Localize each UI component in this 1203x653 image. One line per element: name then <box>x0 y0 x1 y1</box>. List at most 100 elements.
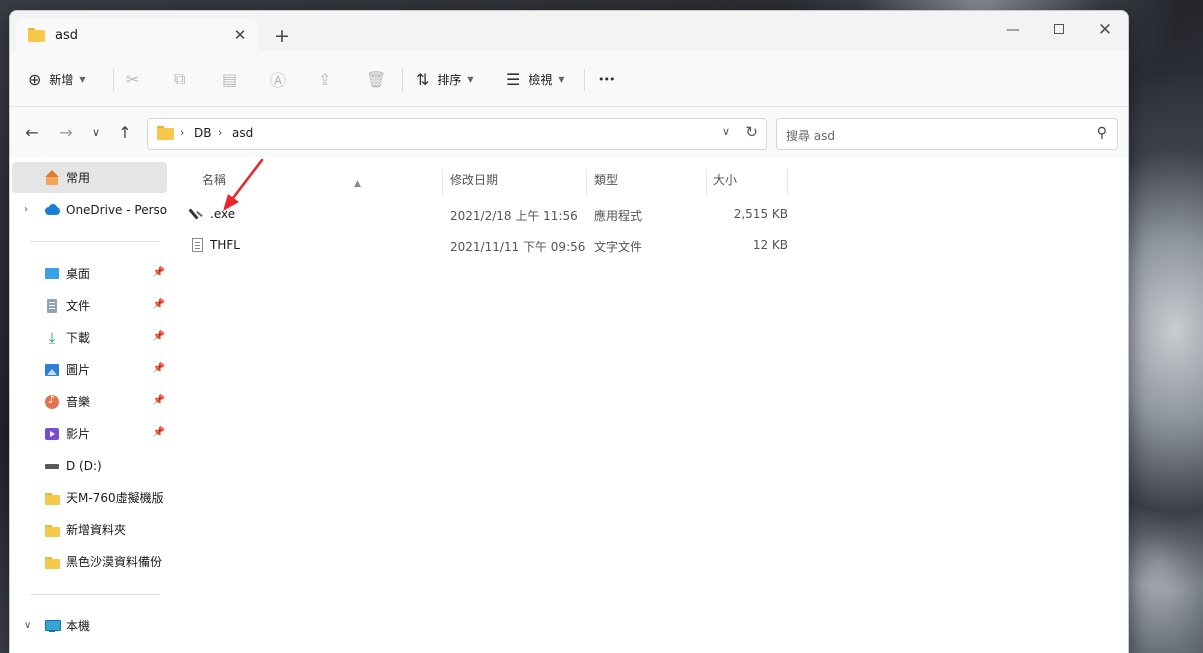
column-header-label: 大小 <box>713 173 738 187</box>
breadcrumb-db[interactable]: DB <box>194 126 211 140</box>
sidebar-item-label: 影片 <box>66 427 91 441</box>
pin-icon[interactable]: 📌 <box>153 395 165 406</box>
column-divider[interactable] <box>442 169 443 195</box>
file-row[interactable]: .exe 2021/2/18 上午 11:56 應用程式 2,515 KB <box>190 201 790 229</box>
sidebar-item-desktop[interactable]: 桌面 📌 <box>12 258 167 289</box>
cloud-icon <box>44 202 60 218</box>
view-button[interactable]: ☰ 檢視 ▼ <box>506 65 565 93</box>
sidebar-item-music[interactable]: 音樂 📌 <box>12 386 167 417</box>
view-list-icon: ☰ <box>506 69 521 89</box>
pin-icon[interactable]: 📌 <box>153 267 165 278</box>
column-divider[interactable] <box>586 169 587 195</box>
column-divider[interactable] <box>787 169 788 195</box>
more-icon: ••• <box>598 72 615 86</box>
sidebar-item-videos[interactable]: 影片 📌 <box>12 418 167 449</box>
file-date: 2021/11/11 下午 09:56 <box>450 240 586 254</box>
maximize-icon <box>1054 24 1064 34</box>
share-button[interactable]: ⇪ <box>318 65 331 93</box>
breadcrumb-asd[interactable]: asd <box>232 126 253 140</box>
search-input[interactable]: 搜尋 asd ⚲ <box>776 118 1118 150</box>
sidebar-item-folder[interactable]: 黑色沙漠資料備份 <box>12 546 167 577</box>
sidebar-item-drive-d[interactable]: D (D:) <box>12 450 167 481</box>
recent-locations-button[interactable]: ∨ <box>84 121 108 145</box>
pictures-icon <box>44 362 60 378</box>
column-header-type[interactable]: 類型 <box>594 167 706 197</box>
maximize-button[interactable] <box>1036 15 1082 45</box>
address-dropdown-icon[interactable]: ∨ <box>722 125 730 138</box>
delete-button[interactable]: 🗑 <box>366 65 386 93</box>
tab-asd[interactable]: asd ✕ <box>16 19 258 51</box>
file-type: 文字文件 <box>594 240 643 254</box>
search-placeholder: 搜尋 asd <box>786 129 836 143</box>
sort-icon: ⇅ <box>416 69 430 89</box>
breadcrumb-separator: › <box>180 126 185 139</box>
column-header-label: 類型 <box>594 173 619 187</box>
up-button[interactable]: ↑ <box>113 121 137 145</box>
new-tab-button[interactable]: + <box>268 25 296 49</box>
file-row[interactable]: THFL 2021/11/11 下午 09:56 文字文件 12 KB <box>190 232 790 260</box>
toolbar-divider <box>113 69 114 91</box>
pin-icon[interactable]: 📌 <box>153 331 165 342</box>
paste-button[interactable]: ▤ <box>222 65 237 93</box>
refresh-icon[interactable]: ↻ <box>745 123 758 141</box>
annotation-arrow <box>223 158 264 211</box>
sort-label: 排序 <box>437 72 462 87</box>
chevron-down-icon[interactable]: ∨ <box>24 620 31 631</box>
computer-icon <box>44 618 61 634</box>
more-options-button[interactable]: ••• <box>598 65 615 93</box>
clipboard-icon: ▤ <box>222 69 238 89</box>
close-tab-icon[interactable]: ✕ <box>230 25 250 45</box>
sidebar-item-home[interactable]: 常用 <box>12 162 167 193</box>
sidebar-item-folder[interactable]: 天M-760虛擬機版 <box>12 482 167 513</box>
file-type: 應用程式 <box>594 209 643 223</box>
search-icon: ⚲ <box>1096 125 1107 141</box>
sort-button[interactable]: ⇅ 排序 ▼ <box>416 65 474 93</box>
sidebar-item-downloads[interactable]: ⤓ 下載 📌 <box>12 322 167 353</box>
tab-title: asd <box>55 27 78 43</box>
share-icon: ⇪ <box>318 69 332 89</box>
column-divider[interactable] <box>706 169 707 195</box>
new-label: 新增 <box>49 72 74 87</box>
sidebar-item-label: 圖片 <box>66 363 91 377</box>
new-button[interactable]: ⊕ 新增 ▼ <box>28 65 86 93</box>
folder-icon <box>44 554 60 570</box>
sidebar-item-documents[interactable]: 文件 📌 <box>12 290 167 321</box>
back-button[interactable]: ← <box>20 121 44 145</box>
address-bar[interactable]: › DB › asd ∨ ↻ <box>147 118 767 150</box>
rename-icon: Ⓐ <box>270 71 287 90</box>
folder-icon <box>44 490 60 506</box>
trash-icon: 🗑 <box>366 69 387 89</box>
minimize-button[interactable]: — <box>990 15 1036 45</box>
column-header-date[interactable]: 修改日期 <box>450 167 586 197</box>
pin-icon[interactable]: 📌 <box>153 427 165 438</box>
home-icon <box>44 169 60 186</box>
sidebar-item-label: D (D:) <box>66 458 102 473</box>
navigation-pane: 常用 › OneDrive - Person 桌面 📌 文件 📌 ⤓ 下載 📌 … <box>10 157 168 653</box>
sidebar-item-this-pc[interactable]: ∨ 本機 <box>12 610 167 641</box>
close-window-button[interactable]: ✕ <box>1082 15 1128 45</box>
music-icon <box>44 393 60 410</box>
forward-button[interactable]: → <box>54 121 78 145</box>
desktop-icon <box>44 266 60 282</box>
text-file-icon <box>192 238 203 252</box>
sidebar-item-label: 音樂 <box>66 395 91 409</box>
scissors-icon: ✂ <box>126 69 140 89</box>
sort-ascending-icon: ▲ <box>354 179 361 189</box>
copy-button[interactable]: ⧉ <box>174 65 185 93</box>
chevron-right-icon[interactable]: › <box>24 204 28 215</box>
title-bar: asd ✕ + — ✕ <box>10 11 1128 51</box>
file-date: 2021/2/18 上午 11:56 <box>450 209 578 223</box>
documents-icon <box>44 298 60 314</box>
column-header-size[interactable]: 大小 <box>713 167 787 197</box>
rename-button[interactable]: Ⓐ <box>270 65 286 93</box>
sidebar-item-pictures[interactable]: 圖片 📌 <box>12 354 167 385</box>
sidebar-item-onedrive[interactable]: › OneDrive - Person <box>12 194 167 225</box>
pin-icon[interactable]: 📌 <box>153 363 165 374</box>
pin-icon[interactable]: 📌 <box>153 299 165 310</box>
sidebar-item-label: 文件 <box>66 299 91 313</box>
cut-button[interactable]: ✂ <box>126 65 139 93</box>
sidebar-item-folder[interactable]: 新增資料夾 <box>12 514 167 545</box>
sidebar-divider <box>30 241 160 242</box>
breadcrumb-separator: › <box>218 126 223 139</box>
chevron-down-icon: ▼ <box>467 74 474 84</box>
